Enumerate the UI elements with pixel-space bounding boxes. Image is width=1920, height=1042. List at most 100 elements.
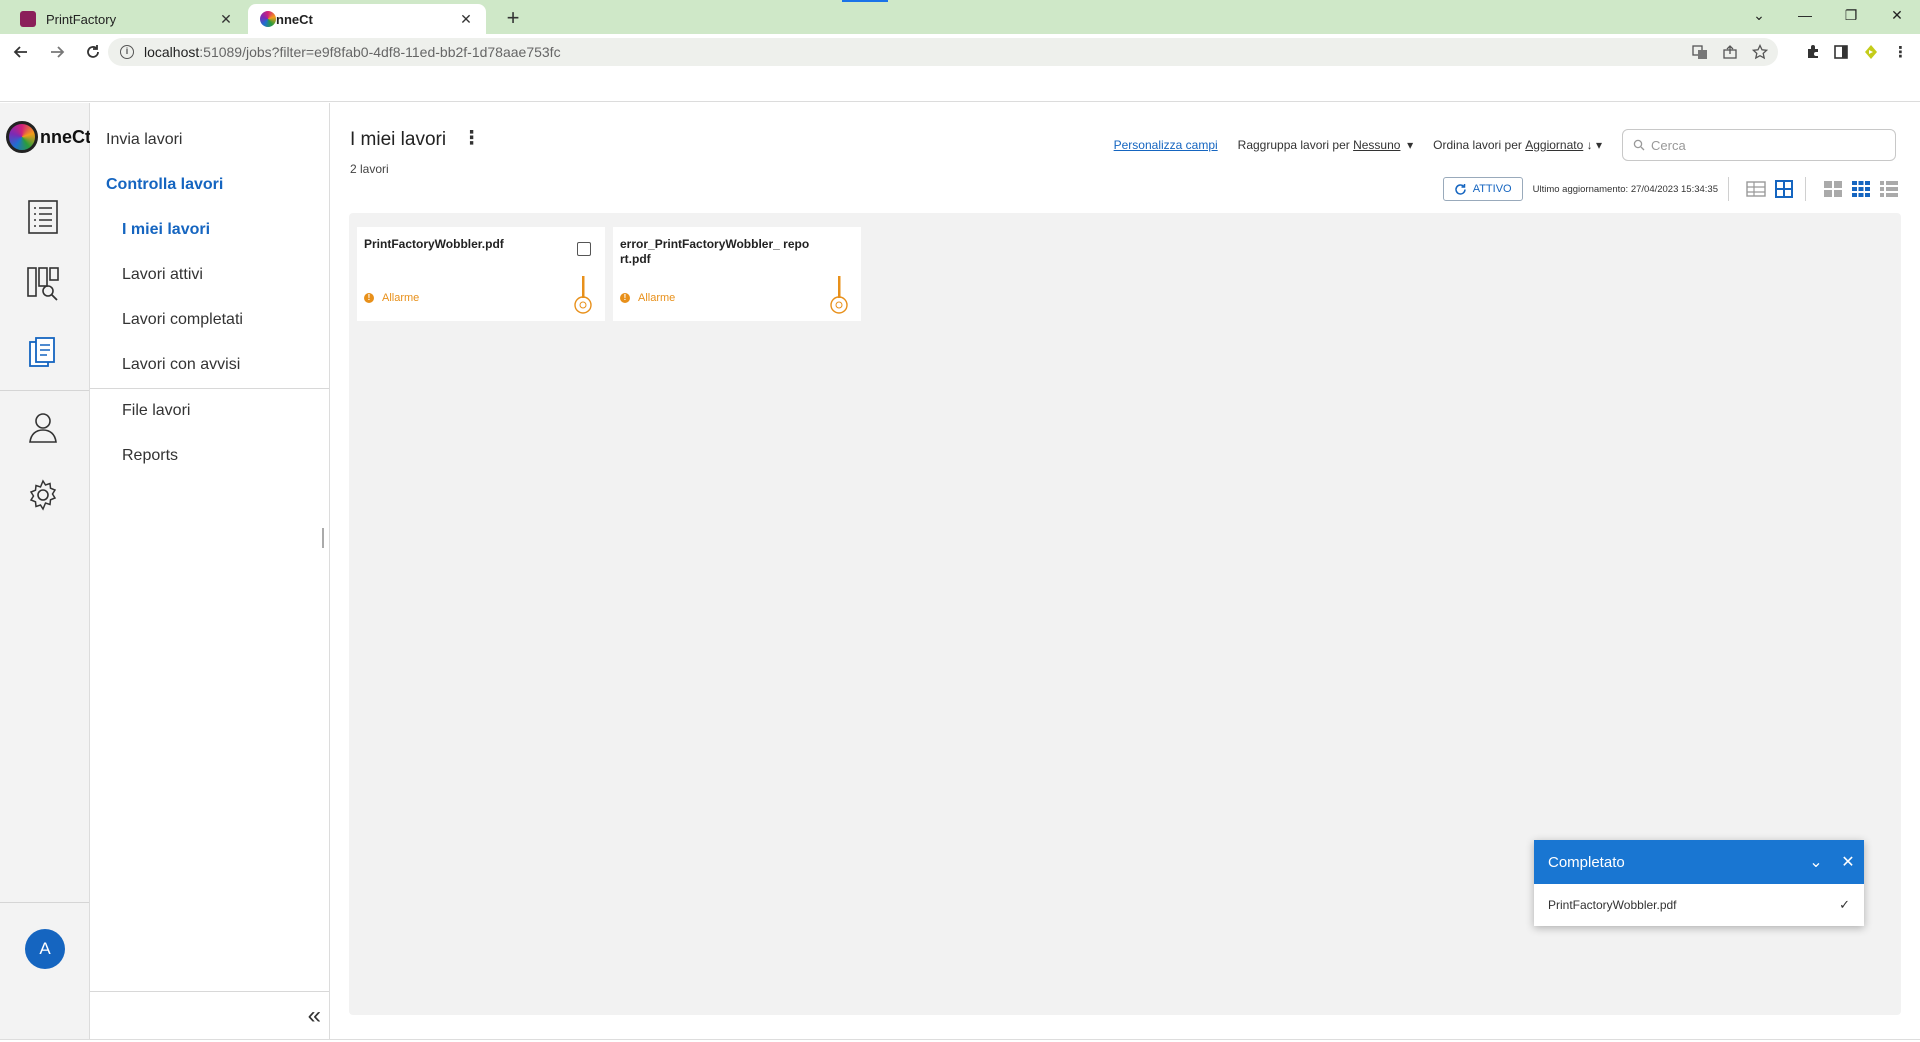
- extensions-puzzle-icon[interactable]: [1805, 44, 1821, 60]
- profile-extension-icon[interactable]: [1861, 42, 1881, 62]
- settings-gear-icon[interactable]: [25, 477, 61, 513]
- address-bar[interactable]: i localhost:51089/jobs?filter=e9f8fab0-4…: [108, 38, 1778, 66]
- reload-icon[interactable]: [78, 37, 108, 67]
- extension-icons: ⋮: [1805, 38, 1920, 66]
- list-controls: Personalizza campi Raggruppa lavori per …: [1114, 129, 1896, 161]
- view-toolbar: ATTIVO Ultimo aggiornamento: 27/04/2023 …: [1442, 177, 1900, 201]
- nav-job-queues[interactable]: File lavori: [122, 402, 190, 420]
- alarm-icon: !: [364, 293, 374, 303]
- sort-by-value[interactable]: Aggiornato: [1525, 138, 1583, 152]
- browser-menu-icon[interactable]: ⋮: [1893, 43, 1908, 61]
- share-icon[interactable]: [1722, 44, 1738, 60]
- job-name: PrintFactoryWobbler.pdf: [364, 237, 504, 251]
- customize-fields-link[interactable]: Personalizza campi: [1114, 138, 1218, 152]
- toast-header: Completato ⌄ ✕: [1534, 840, 1864, 884]
- new-tab-button[interactable]: +: [500, 6, 526, 32]
- sidebar-collapse-bar: «: [90, 991, 329, 1039]
- job-status-label: Allarme: [382, 292, 420, 304]
- group-by-value[interactable]: Nessuno: [1353, 138, 1400, 152]
- group-by-dropdown-icon[interactable]: ▾: [1407, 138, 1413, 152]
- tab-onect[interactable]: nneCt ✕: [248, 4, 486, 34]
- large-tiles-icon[interactable]: [1822, 178, 1844, 200]
- last-update: Ultimo aggiornamento: 27/04/2023 15:34:3…: [1532, 183, 1718, 195]
- tab-close-icon[interactable]: ✕: [218, 11, 234, 27]
- tab-printfactory[interactable]: PrintFactory ✕: [8, 4, 246, 34]
- omnibox-actions: [1692, 38, 1768, 66]
- thermometer-icon: [830, 276, 848, 314]
- minimize-icon[interactable]: —: [1782, 0, 1828, 30]
- job-card[interactable]: error_PrintFactoryWobbler_ report.pdf ! …: [613, 227, 861, 321]
- back-icon[interactable]: [6, 37, 36, 67]
- page-title: I miei lavori: [350, 129, 447, 150]
- search-box[interactable]: [1622, 129, 1896, 161]
- refresh-icon: [1454, 183, 1466, 195]
- active-refresh-button[interactable]: ATTIVO: [1442, 177, 1523, 201]
- toast-file-name: PrintFactoryWobbler.pdf: [1548, 898, 1677, 912]
- translate-icon[interactable]: [1692, 44, 1708, 60]
- forward-icon[interactable]: [42, 37, 72, 67]
- onect-favicon-icon: [260, 11, 276, 27]
- job-status: ! Allarme: [364, 292, 419, 304]
- job-status-label: Allarme: [638, 292, 676, 304]
- sort-direction-icon[interactable]: ↓: [1587, 138, 1593, 152]
- sort-by-dropdown-icon[interactable]: ▾: [1596, 138, 1602, 152]
- search-input[interactable]: [1651, 137, 1881, 153]
- chevron-down-icon[interactable]: ⌄: [1800, 852, 1832, 872]
- collapse-sidebar-icon[interactable]: «: [308, 1002, 321, 1030]
- onect-logo-icon: [6, 121, 38, 153]
- nav-active-jobs[interactable]: Lavori attivi: [122, 266, 203, 284]
- tab-title: PrintFactory: [46, 11, 117, 27]
- side-panel-icon[interactable]: [1833, 44, 1849, 60]
- check-icon: ✓: [1839, 897, 1850, 912]
- page-menu-icon[interactable]: ⋮: [462, 127, 481, 150]
- nav-completed-jobs[interactable]: Lavori completati: [122, 311, 243, 329]
- page-bottom-border: [0, 1039, 1920, 1040]
- avatar[interactable]: A: [25, 929, 65, 969]
- url-path: :51089/jobs?filter=e9f8fab0-4df8-11ed-bb…: [199, 44, 561, 60]
- printfactory-favicon-icon: [20, 11, 36, 27]
- thermometer-icon: [574, 276, 592, 314]
- job-status: ! Allarme: [620, 292, 675, 304]
- job-count: 2 lavori: [350, 162, 389, 176]
- card-view-icon[interactable]: [1773, 178, 1795, 200]
- browser-tabstrip: PrintFactory ✕ nneCt ✕ + ⌄ — ❐ ✕: [0, 0, 1920, 34]
- browser-toolbar-spacer: [0, 70, 1920, 102]
- search-icon: [1633, 139, 1645, 151]
- list-view-icon[interactable]: [1878, 178, 1900, 200]
- brand[interactable]: nneCt: [6, 121, 91, 153]
- user-icon[interactable]: [25, 409, 61, 445]
- tab-close-icon[interactable]: ✕: [458, 11, 474, 27]
- close-icon[interactable]: ✕: [1832, 852, 1864, 872]
- jobs-list-icon[interactable]: [25, 199, 61, 235]
- icon-rail: nneCt A: [0, 103, 91, 1039]
- job-select-checkbox[interactable]: [577, 242, 591, 256]
- job-search-icon[interactable]: [25, 266, 61, 302]
- window-controls: ⌄ — ❐ ✕: [1736, 0, 1920, 34]
- nav-reports[interactable]: Reports: [122, 447, 178, 465]
- nav-jobs-with-warnings[interactable]: Lavori con avvisi: [122, 356, 240, 374]
- window-close-icon[interactable]: ✕: [1874, 0, 1920, 30]
- site-info-icon[interactable]: i: [120, 45, 134, 59]
- tab-loading-indicator: [842, 0, 888, 2]
- bookmark-star-icon[interactable]: [1752, 44, 1768, 60]
- rail-divider-bottom: [0, 902, 89, 903]
- restore-icon[interactable]: ❐: [1828, 0, 1874, 30]
- job-card[interactable]: PrintFactoryWobbler.pdf ! Allarme: [357, 227, 605, 321]
- browser-toolbar: i localhost:51089/jobs?filter=e9f8fab0-4…: [0, 34, 1920, 70]
- alarm-icon: !: [620, 293, 630, 303]
- brand-text: nneCt: [40, 126, 91, 147]
- rail-divider: [0, 390, 89, 391]
- job-documents-icon[interactable]: [25, 334, 61, 370]
- group-by-label: Raggruppa lavori per: [1237, 138, 1350, 152]
- tab-search-icon[interactable]: ⌄: [1736, 0, 1782, 30]
- table-view-icon[interactable]: [1745, 178, 1767, 200]
- active-button-label: ATTIVO: [1472, 183, 1512, 195]
- nav-send-jobs[interactable]: Invia lavori: [106, 131, 182, 149]
- small-tiles-icon[interactable]: [1850, 178, 1872, 200]
- nav-my-jobs[interactable]: I miei lavori: [122, 221, 210, 239]
- sort-by-label: Ordina lavori per: [1433, 138, 1522, 152]
- sidebar-resize-handle[interactable]: [322, 528, 324, 548]
- sub-navigation: Invia lavori Controlla lavori I miei lav…: [90, 103, 330, 1039]
- nav-control-jobs[interactable]: Controlla lavori: [106, 176, 223, 194]
- url-host: localhost: [144, 44, 200, 60]
